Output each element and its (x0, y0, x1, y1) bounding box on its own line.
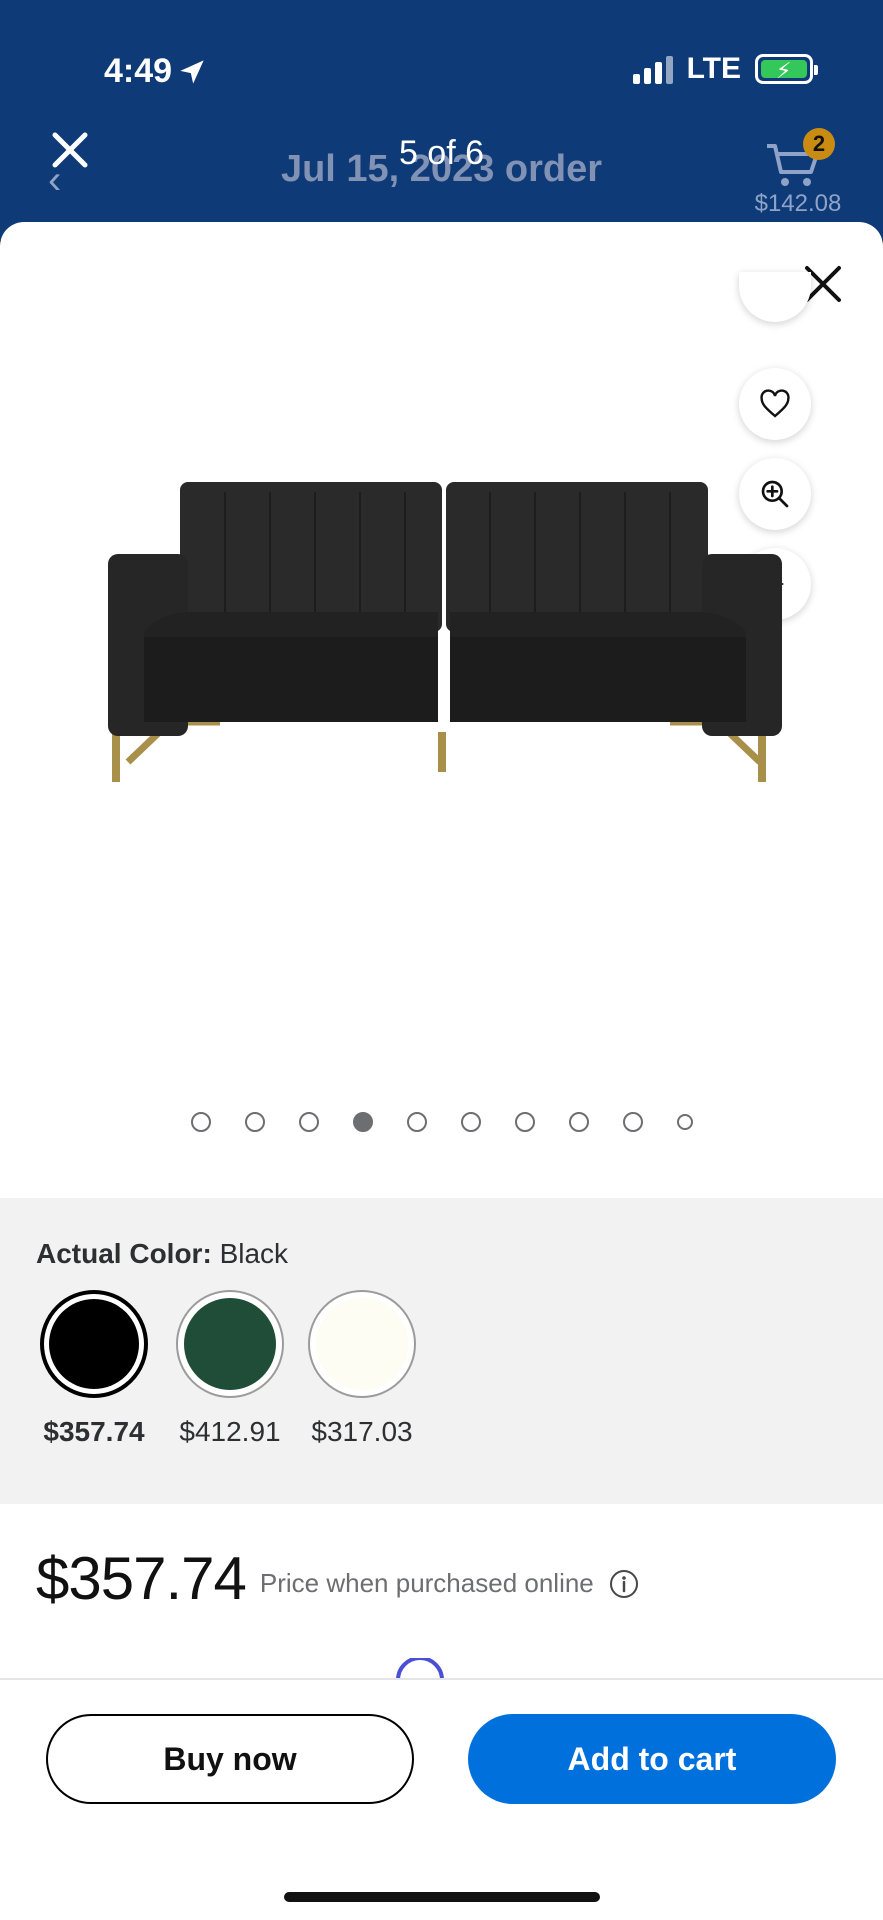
sofa-image[interactable] (100, 482, 790, 802)
partial-badge-icon (396, 1658, 444, 1680)
carousel-dot[interactable] (406, 1112, 427, 1132)
status-icons: LTE ⚡ (632, 52, 818, 86)
color-label-value: Black (219, 1238, 289, 1269)
product-image-sheet: Actual Color: Black $357.74 $412.91 $317… (0, 222, 883, 1920)
color-selector: Actual Color: Black $357.74 $412.91 $317… (0, 1198, 883, 1504)
cart-count-badge: 2 (803, 128, 835, 160)
color-label-key: Actual Color: (36, 1238, 212, 1269)
current-price: $357.74 (36, 1545, 247, 1612)
location-arrow-icon (180, 59, 204, 84)
color-label: Actual Color: Black (36, 1238, 288, 1270)
home-indicator (284, 1892, 600, 1902)
image-counter: 5 of 6 (398, 134, 485, 172)
price-row: $357.74 Price when purchased online (36, 1544, 640, 1613)
carousel-dot[interactable] (676, 1114, 693, 1130)
carousel-dot[interactable] (514, 1112, 535, 1132)
carousel-dot[interactable] (622, 1112, 643, 1132)
network-label: LTE (686, 52, 741, 85)
swatch-price-ivory: $317.03 (311, 1416, 413, 1447)
cart-button[interactable]: 2 $142.08 (753, 128, 843, 218)
price-note: Price when purchased online (259, 1568, 594, 1598)
signal-icon (632, 54, 673, 84)
carousel-dot[interactable] (190, 1112, 211, 1132)
battery-icon: ⚡ (755, 54, 818, 84)
swatch-ivory[interactable] (308, 1290, 416, 1398)
clock-text: 4:49 (104, 52, 173, 90)
share-button[interactable] (739, 272, 811, 322)
info-icon[interactable] (608, 1568, 640, 1600)
carousel-dot[interactable] (244, 1112, 265, 1132)
cart-total: $142.08 (754, 190, 842, 217)
heart-icon (760, 389, 790, 418)
swatch-green[interactable] (176, 1290, 284, 1398)
status-time: 4:49 (104, 52, 206, 91)
bottom-divider (0, 1678, 883, 1680)
swatch-price-black: $357.74 (43, 1416, 145, 1447)
favorite-button[interactable] (739, 368, 811, 440)
carousel-dot[interactable] (460, 1112, 481, 1132)
carousel-dots (0, 1112, 883, 1132)
buy-now-button[interactable]: Buy now (46, 1714, 414, 1804)
swatch-price-green: $412.91 (179, 1416, 281, 1447)
app-header: 4:49 LTE ⚡ ‹ Jul 15, 2023 order 5 of 6 2… (0, 0, 883, 240)
carousel-dot[interactable] (298, 1112, 319, 1132)
swatch-black[interactable] (40, 1290, 148, 1398)
carousel-dot[interactable] (568, 1112, 589, 1132)
add-to-cart-button[interactable]: Add to cart (468, 1714, 836, 1804)
carousel-dot[interactable] (352, 1112, 373, 1132)
